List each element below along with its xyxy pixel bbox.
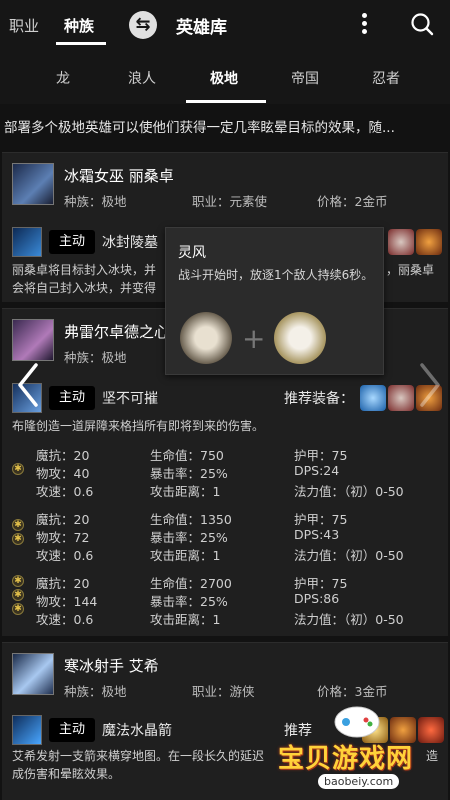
stat-ad: 物攻：40	[36, 466, 90, 481]
component-item-icon	[180, 312, 232, 364]
stat-crit: 暴击率：25%	[150, 530, 228, 545]
stat-ad: 物攻：72	[36, 530, 90, 545]
hero-class: 职业：游侠	[192, 684, 255, 699]
tab-race[interactable]: 种族	[64, 15, 94, 36]
tab-race-underline	[56, 42, 106, 45]
stat-armor: 护甲：75	[294, 576, 348, 591]
watermark-text: 宝贝游戏网	[278, 744, 414, 774]
stats-tier-3: ✱ ✱ ✱ 魔抗：20 物攻：144 攻速：0.6 生命值：2700 暴击率：25%…	[2, 573, 448, 633]
stat-range: 攻击距离：1	[150, 484, 221, 499]
item-icon[interactable]	[416, 229, 442, 255]
stat-hp: 生命值：2700	[150, 576, 232, 591]
stats-tier-2: ✱ ✱ 魔抗：20 物攻：72 攻速：0.6 生命值：1350 暴击率：25% 攻…	[2, 509, 448, 569]
hero-portrait	[12, 163, 54, 205]
hero-name: 冰霜女巫 丽桑卓	[64, 167, 174, 185]
skill-name: 魔法水晶箭	[102, 723, 172, 739]
search-icon[interactable]	[410, 12, 434, 36]
hero-portrait	[12, 653, 54, 695]
stat-dps: DPS:43	[294, 527, 340, 542]
stat-as: 攻速：0.6	[36, 612, 94, 627]
star-rank-1: ✱	[12, 463, 28, 477]
prev-arrow-icon[interactable]	[16, 362, 40, 408]
stat-range: 攻击距离：1	[150, 548, 221, 563]
skill-name: 冰封陵墓	[102, 235, 158, 251]
stat-mr: 魔抗：20	[36, 576, 90, 591]
stat-range: 攻击距离：1	[150, 612, 221, 627]
watermark-logo: 宝贝游戏网 baobeiy.com	[270, 700, 450, 800]
gamepad-icon	[334, 706, 380, 738]
stat-hp: 生命值：1350	[150, 512, 232, 527]
hero-race: 种族：极地	[64, 684, 127, 699]
stat-mr: 魔抗：20	[36, 448, 90, 463]
next-arrow-icon[interactable]	[418, 362, 442, 408]
hero-class: 职业：元素使	[192, 194, 268, 209]
skill-icon	[12, 715, 42, 745]
swap-icon[interactable]: ⇆	[129, 11, 157, 39]
active-badge: 主动	[49, 230, 95, 254]
tooltip-title: 灵风	[178, 245, 206, 261]
stat-dps: DPS:86	[294, 591, 340, 606]
subtab-glacial[interactable]: 极地	[210, 68, 238, 88]
stat-armor: 护甲：75	[294, 448, 348, 463]
stats-tier-1: ✱ 魔抗：20 物攻：40 攻速：0.6 生命值：750 暴击率：25% 攻击距…	[2, 445, 448, 505]
tooltip-description: 战斗开始时，放逐1个敌人持续6秒。	[178, 268, 374, 282]
hero-race: 种族：极地	[64, 350, 127, 365]
race-description: 部署多个极地英雄可以使他们获得一定几率眩晕目标的效果，随...	[4, 120, 395, 136]
recommended-label: 推荐装备：	[284, 391, 354, 407]
top-bar: 职业 种族 ⇆ 英雄库	[0, 0, 450, 50]
hero-name: 寒冰射手 艾希	[64, 657, 159, 675]
skill-name: 坚不可摧	[102, 391, 158, 407]
stat-as: 攻速：0.6	[36, 548, 94, 563]
plus-icon: +	[242, 322, 266, 355]
stat-mr: 魔抗：20	[36, 512, 90, 527]
subtab-ronin[interactable]: 浪人	[128, 68, 156, 88]
stat-ad: 物攻：144	[36, 594, 98, 609]
tab-class[interactable]: 职业	[9, 15, 39, 36]
hero-price: 价格：3金币	[317, 684, 388, 699]
item-icon[interactable]	[388, 385, 414, 411]
page-title: 英雄库	[176, 18, 227, 38]
hero-price: 价格：2金币	[317, 194, 388, 209]
race-subtabs: 龙 浪人 极地 帝国 忍者	[0, 50, 450, 104]
stat-dps: DPS:24	[294, 463, 340, 478]
active-badge: 主动	[49, 718, 95, 742]
skill-icon	[12, 227, 42, 257]
active-badge: 主动	[49, 386, 95, 410]
skill-row: 主动 坚不可摧 推荐装备：	[2, 383, 448, 413]
stat-crit: 暴击率：25%	[150, 466, 228, 481]
hero-race: 种族：极地	[64, 194, 127, 209]
skill-description: 布隆创造一道屏障来格挡所有即将到来的伤害。	[12, 419, 265, 433]
hero-name: 弗雷尔卓德之心	[64, 323, 170, 341]
item-tooltip: 灵风 战斗开始时，放逐1个敌人持续6秒。 +	[165, 227, 384, 375]
stat-crit: 暴击率：25%	[150, 594, 228, 609]
subtab-underline	[186, 100, 266, 103]
stat-armor: 护甲：75	[294, 512, 348, 527]
stat-mana: 法力值：（初）0-50	[294, 548, 404, 563]
subtab-empire[interactable]: 帝国	[291, 68, 319, 88]
item-icon[interactable]	[388, 229, 414, 255]
subtab-dragon[interactable]: 龙	[56, 68, 70, 88]
more-options-icon[interactable]	[356, 10, 372, 40]
stat-mana: 法力值：（初）0-50	[294, 612, 404, 627]
star-rank-2: ✱ ✱	[12, 519, 28, 547]
star-rank-3: ✱ ✱ ✱	[12, 575, 28, 617]
item-icon[interactable]	[360, 385, 386, 411]
watermark-url: baobeiy.com	[318, 774, 400, 789]
stat-hp: 生命值：750	[150, 448, 224, 463]
subtab-ninja[interactable]: 忍者	[372, 68, 400, 88]
stat-mana: 法力值：（初）0-50	[294, 484, 404, 499]
stat-as: 攻速：0.6	[36, 484, 94, 499]
hero-portrait	[12, 319, 54, 361]
component-item-icon	[274, 312, 326, 364]
